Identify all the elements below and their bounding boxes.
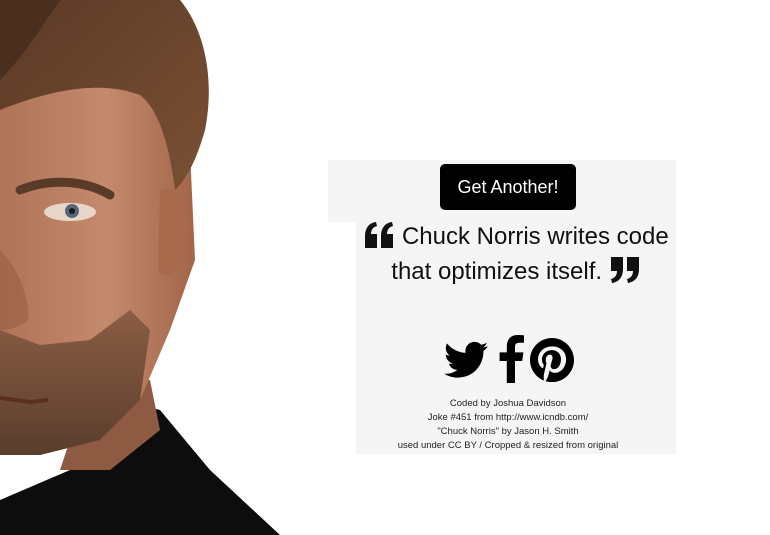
card-notch [328,160,358,222]
credit-coded-by: Coded by Joshua Davidson [449,398,567,409]
page: Get Another! Chuck Norris writes code th… [0,0,770,535]
twitter-icon[interactable] [444,341,488,379]
credits: Coded by Joshua Davidson Joke #451 from … [356,397,660,453]
facebook-icon[interactable] [498,335,524,383]
credit-license: used under CC BY / Cropped & resized fro… [397,440,619,451]
get-another-button[interactable]: Get Another! [440,164,576,210]
pinterest-icon[interactable] [530,338,574,382]
credit-joke-source: Joke #451 from http://www.icndb.com/ [427,412,589,423]
quote-block: Chuck Norris writes code that optimizes … [356,220,676,289]
chuck-norris-photo [0,0,340,535]
quote-open-icon [363,222,395,248]
social-links [356,335,676,385]
credit-photo-title: "Chuck Norris" by Jason H. Smith [437,426,579,437]
quote-close-icon [609,256,641,283]
